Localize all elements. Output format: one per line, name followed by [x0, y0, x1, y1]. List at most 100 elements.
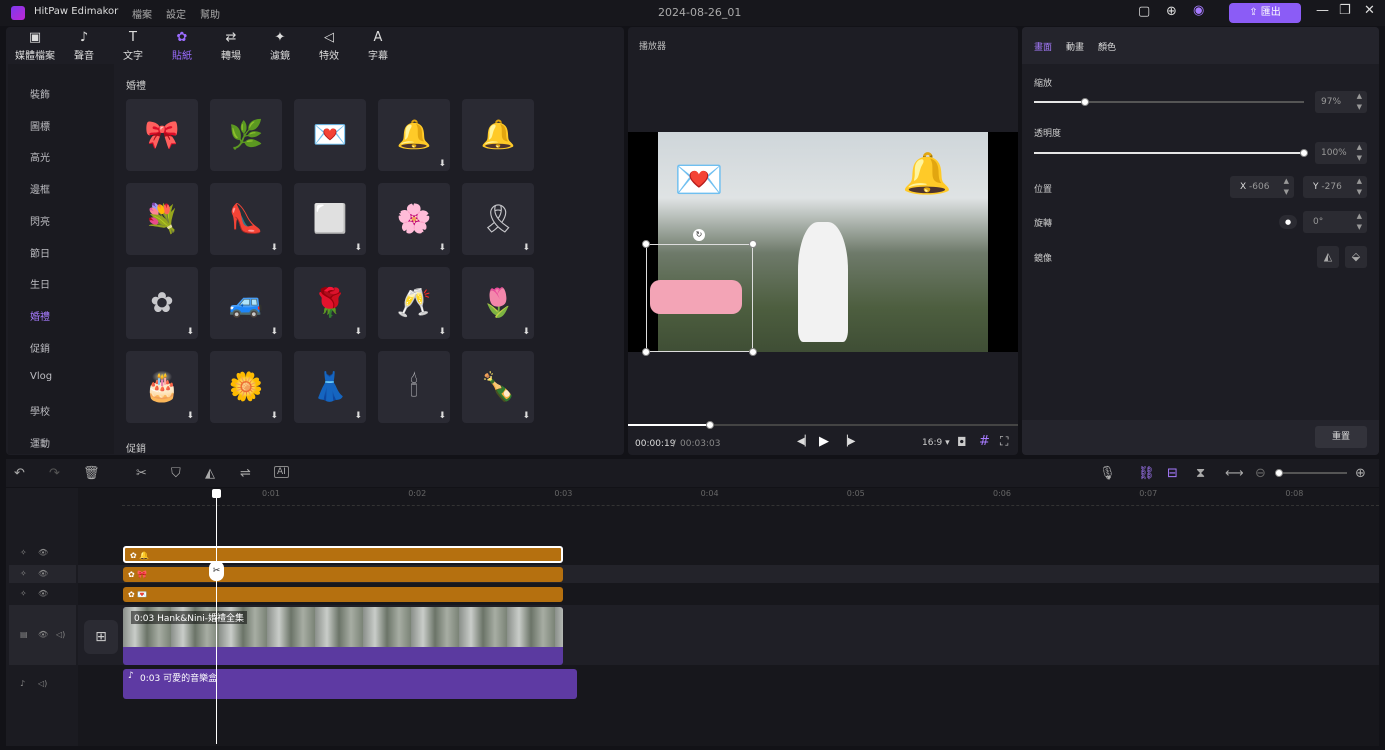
stepper-icon[interactable]: ▲ ▼ — [1357, 91, 1362, 113]
category-item[interactable]: 學校 — [30, 403, 50, 418]
stepper-icon[interactable]: ▲ ▼ — [1357, 176, 1362, 198]
download-icon[interactable]: ⬇ — [438, 327, 446, 337]
opacity-slider-knob[interactable] — [1300, 149, 1308, 157]
snap-icon[interactable]: ⊟ — [1167, 466, 1178, 481]
download-icon[interactable]: ⬇ — [270, 411, 278, 421]
volume-icon[interactable]: ◁) — [38, 679, 47, 688]
download-icon[interactable]: ⬇ — [270, 243, 278, 253]
account-icon[interactable]: ◉ — [1193, 3, 1204, 18]
minimize-icon[interactable]: — — [1316, 3, 1329, 18]
download-icon[interactable]: ⬇ — [438, 243, 446, 253]
crop-icon[interactable]: # — [979, 434, 990, 449]
sticker-white-card[interactable]: ⬜ ⬇ — [294, 183, 366, 255]
category-item[interactable]: 婚禮 — [30, 308, 50, 323]
zoom-slider[interactable] — [1279, 472, 1347, 474]
microphone-icon[interactable]: 🎙 — [1099, 466, 1116, 481]
download-icon[interactable]: ⬇ — [186, 411, 194, 421]
position-y-input[interactable]: Y -276 ▲ ▼ — [1303, 176, 1367, 198]
sticker-candle-flowers[interactable]: 🕯 ⬇ — [378, 351, 450, 423]
fit-icon[interactable]: ⟷ — [1225, 466, 1244, 481]
tab-frame[interactable]: 畫面 — [1034, 40, 1052, 53]
aspect-ratio-select[interactable]: 16:9 ▾ — [922, 438, 950, 448]
sticker-bouquet[interactable]: 💐 — [126, 183, 198, 255]
video-clip[interactable]: 0:03 Hank&Nini-婚禮全集 — [123, 607, 563, 665]
category-item[interactable]: 生日 — [30, 276, 50, 291]
category-item[interactable]: 高光 — [30, 149, 50, 164]
close-icon[interactable]: ✕ — [1364, 3, 1375, 18]
sticker-love-letters[interactable]: 💌 — [294, 99, 366, 171]
menu-settings[interactable]: 設定 — [166, 6, 186, 21]
eye-icon[interactable]: 👁 — [38, 589, 48, 598]
download-icon[interactable]: ⬇ — [354, 243, 362, 253]
playhead-handle[interactable] — [212, 489, 221, 498]
tab-filter[interactable]: ✦ 濾鏡 — [255, 30, 305, 62]
scale-input[interactable]: 97% ▲ ▼ — [1315, 91, 1367, 113]
reset-button[interactable]: 重置 — [1315, 426, 1367, 448]
download-icon[interactable]: ⬇ — [438, 159, 446, 169]
download-icon[interactable]: ⬇ — [354, 411, 362, 421]
fullscreen-icon[interactable]: ⛶ — [1000, 434, 1008, 449]
download-icon[interactable]: ⬇ — [522, 243, 530, 253]
menu-file[interactable]: 檔案 — [132, 6, 152, 21]
download-icon[interactable]: ⬇ — [438, 411, 446, 421]
timeline-ruler[interactable] — [122, 488, 1379, 506]
sticker-champagne-bottle[interactable]: 🍾 ⬇ — [462, 351, 534, 423]
eye-icon[interactable]: 👁 — [38, 630, 48, 639]
tab-text[interactable]: T 文字 — [108, 30, 158, 62]
play-icon[interactable]: ▶ — [819, 434, 829, 449]
maximize-icon[interactable]: ❐ — [1339, 3, 1351, 18]
stepper-icon[interactable]: ▲ ▼ — [1284, 176, 1289, 198]
rotate-dial-icon[interactable]: ● — [1279, 215, 1297, 229]
download-icon[interactable]: ⬇ — [270, 327, 278, 337]
align-icon[interactable]: ⇌ — [240, 466, 251, 481]
sticker-floral-banner[interactable]: 🎀 — [126, 99, 198, 171]
mirror-horizontal-icon[interactable]: ◭ — [1317, 246, 1339, 268]
ai-icon[interactable]: AI — [274, 466, 289, 478]
sticker-pink-heels[interactable]: 👠 ⬇ — [210, 183, 282, 255]
playhead-line[interactable] — [216, 494, 217, 744]
feedback-icon[interactable]: ▢ — [1138, 4, 1150, 19]
tab-media[interactable]: ▣ 媒體檔案 — [10, 30, 60, 62]
tab-transition[interactable]: ⇄ 轉場 — [206, 30, 256, 62]
link-icon[interactable]: ⛓ — [1138, 466, 1155, 481]
sticker-floral-wreath[interactable]: 🌿 — [210, 99, 282, 171]
next-frame-icon[interactable]: ▕▶ — [840, 436, 855, 447]
zoom-in-icon[interactable]: ⊕ — [1355, 466, 1366, 481]
eye-icon[interactable]: 👁 — [38, 548, 48, 557]
mirror-vertical-icon[interactable]: ⬙ — [1345, 246, 1367, 268]
sticker-clip-bells[interactable]: ✿ 🔔 — [123, 546, 563, 563]
sticker-white-flowers[interactable]: ✿ ⬇ — [126, 267, 198, 339]
sticker-clip-banner[interactable]: ✿ 🎀 — [123, 567, 563, 582]
tab-music-note[interactable]: ♪ 聲音 — [59, 30, 109, 62]
download-icon[interactable]: ⊕ — [1166, 4, 1177, 19]
tab-animation[interactable]: 動畫 — [1066, 40, 1084, 53]
sticker-pink-roses[interactable]: 🌹 ⬇ — [294, 267, 366, 339]
menu-help[interactable]: 幫助 — [200, 6, 220, 21]
tab-effects[interactable]: ◁ 特效 — [304, 30, 354, 62]
sticker-champagne-toast[interactable]: 🥂 ⬇ — [378, 267, 450, 339]
selection-box[interactable]: ↻ — [642, 229, 757, 356]
position-x-input[interactable]: X -606 ▲ ▼ — [1230, 176, 1294, 198]
prev-frame-icon[interactable]: ◀▏ — [797, 436, 812, 447]
category-item[interactable]: 節日 — [30, 245, 50, 260]
sticker-wedding-cake[interactable]: 🎂 ⬇ — [126, 351, 198, 423]
category-item[interactable]: 邊框 — [30, 181, 50, 196]
player-progress-knob[interactable] — [705, 421, 714, 429]
shield-icon[interactable]: ⛉ — [171, 466, 181, 481]
sticker-single-rose[interactable]: 🌷 ⬇ — [462, 267, 534, 339]
category-item[interactable]: 促銷 — [30, 340, 50, 355]
sticker-white-rose[interactable]: 🌼 ⬇ — [210, 351, 282, 423]
category-item[interactable]: Vlog — [30, 371, 52, 382]
tab-sticker[interactable]: ✿ 貼紙 — [157, 30, 207, 62]
download-icon[interactable]: ⬇ — [186, 327, 194, 337]
zoom-out-icon[interactable]: ⊖ — [1255, 466, 1266, 481]
rotate-handle-icon[interactable]: ↻ — [693, 229, 705, 241]
export-button[interactable]: ⇪ 匯出 — [1229, 3, 1301, 23]
add-media-button[interactable]: ⊞ — [84, 620, 118, 654]
sticker-clip-letters[interactable]: ✿ 💌 — [123, 587, 563, 602]
split-icon[interactable]: ✂ — [136, 466, 147, 481]
download-icon[interactable]: ⬇ — [522, 327, 530, 337]
category-item[interactable]: 圖標 — [30, 118, 50, 133]
split-scissors-icon[interactable]: ✂ — [209, 561, 224, 581]
sticker-pink-bells[interactable]: 🔔 ⬇ — [378, 99, 450, 171]
